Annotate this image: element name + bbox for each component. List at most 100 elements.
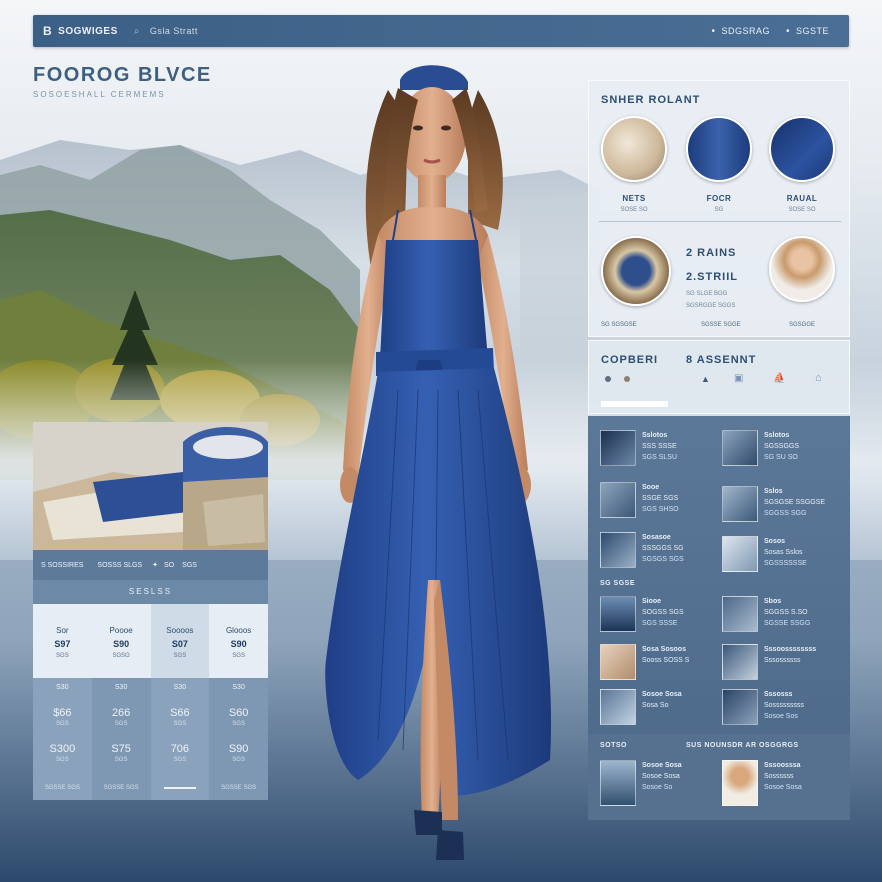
toolbar-item[interactable]: SOSSS SLGS [97,562,142,569]
list-thumb [722,644,758,680]
list-item[interactable]: Sosos Sosas Sslos SGSSSSSSE [722,536,807,572]
shirt-icon[interactable]: ▣ [734,373,743,384]
selected-underline [163,787,196,789]
brand-logo-icon[interactable]: B [43,24,52,38]
plan-note: SGS [232,653,245,659]
product-label-focr: FOCR [706,194,732,203]
plan-row-3-sub: SGS [173,757,187,763]
feature-foot-3[interactable]: SGSGGE [789,322,815,328]
list-thumb [600,644,636,680]
section-link[interactable]: Gsla Stratt [150,26,198,36]
toolbar-item[interactable]: SO [164,562,174,569]
pricing-column[interactable]: Soooos S07 SGS S30 S66 SGS 706 SGS [150,604,210,800]
list-thumb [722,689,758,725]
list-item[interactable]: Sosoe Sosa Sosoe Sosa Sosoe So [600,760,682,806]
ship-icon[interactable]: ⛵ [773,373,785,384]
list-item[interactable]: Sssoosssa Sossssss Sosoe Sosa [722,760,802,806]
list-item-price: Sosoe Sos [764,713,798,720]
progress-bar [601,401,668,407]
feature-desc-2: SGSRGGE SGGS [686,303,736,309]
plan-row-2-sub: SGS [232,721,245,727]
list-item[interactable]: Sosa Sosoos Sooss SOSS S [600,644,689,680]
pricing-column[interactable]: Poooe S90 SGSG S30 266 SGS S75 SGS SGSSE… [91,604,151,800]
list-item-desc: Sosa So [642,702,669,709]
list-item[interactable]: Sbos SGGSS S.SO SGSSE SSGG [722,596,810,632]
list-item-desc: SGGSS S.SO [764,609,808,616]
dot-icon [624,376,630,382]
product-thumb-focr[interactable] [686,116,752,182]
plan-row-2: S60 [228,707,249,719]
section-label: SOTSO [600,742,628,749]
plan-row-3-sub: SGS [232,757,245,763]
list-item-price: SGSSSSSSE [764,560,807,567]
list-item[interactable]: Sssoossssssss Sssossssss [722,644,816,680]
list-item[interactable]: Sosasoe SSSGGS SG SGSGS SGS [600,532,684,568]
list-item[interactable]: Sslotos SSS SSSE SGS SLSU [600,430,677,466]
plan-note: SGSG [112,653,130,659]
list-thumb [600,430,636,466]
plan-row-3: S300 [49,743,76,755]
list-item-desc: Sooss SOSS S [642,657,690,664]
assent-right-title: 8 ASSENNT [686,354,757,366]
list-item[interactable]: Sosoe Sosa Sosa So [600,689,682,725]
list-item-name: Sssoosssa [764,762,801,769]
list-item[interactable]: Sslotos SGSSGGS SG SU SO [722,430,799,466]
feature-thumb-portrait[interactable] [769,236,835,302]
feature-thumb-wreath[interactable] [601,236,671,306]
feature-line-2: 2.STRIIL [686,271,739,283]
pricing-column[interactable]: Sor S97 SGS S30 $66 SGS S300 SGS SGSSE S… [33,604,92,800]
page-subtitle: SOSOESHALL CERMEMS [33,90,166,99]
feature-foot-1[interactable]: SG SGSGSE [601,322,637,328]
plan-row-1: S30 [232,684,245,691]
toolbar-item[interactable]: S SOSSIRES [41,562,83,569]
plan-footer[interactable]: SGSSE SGS [33,785,92,791]
brand-name[interactable]: SOGWIGES [58,26,118,37]
list-item-name: Sosoe Sosa [642,762,682,769]
plan-name: Glooos [225,626,252,635]
product-thumb-nets[interactable] [601,116,667,182]
product-thumb-raual[interactable] [769,116,835,182]
feature-foot-2[interactable]: SGSSE SGGE [701,322,741,328]
plan-row-2-sub: SGS [173,721,187,727]
plan-footer[interactable]: SGSSE SGS [209,785,268,791]
plan-row-1: S30 [56,684,69,691]
list-item-name: Sslos [764,488,783,495]
list-item[interactable]: Sooe SSGE SGS SGS SHSO [600,482,679,518]
list-item-desc: Sosoe Sosa [642,773,680,780]
plan-row-3: S90 [228,743,249,755]
bottom-section: SOTSO SUS NOUNSDR AR OSGGRGS Sosoe Sosa S… [588,734,850,820]
list-item-desc: SSS SSSE [642,443,677,450]
list-item-name: Sssosss [764,691,793,698]
toolbar-item[interactable]: SGS [182,562,197,569]
top-navigation-bar: B SOGWIGES ⌕ Gsla Stratt • SDGSRAG • SGS… [33,15,849,47]
pricing-column[interactable]: Glooos S90 SGS S30 S60 SGS S90 SGS SGSSE… [209,604,268,800]
list-item-name: Sslotos [642,432,668,439]
nav-link-2[interactable]: SGSTE [796,26,829,36]
list-item-price: SGS SSSE [642,620,678,627]
product-label-raual: RAUAL [786,194,818,203]
pricing-title: SESLSS [33,580,268,604]
house-icon[interactable]: ⌂ [815,372,822,384]
list-item[interactable]: Sslos SGSGSE SSGGSE SGGSS SGG [722,486,825,522]
bird-icon[interactable]: ✦ [152,561,158,569]
list-item-name: Sosoe Sosa [642,691,682,698]
list-item[interactable]: Sssosss Sosssssssss Sosoe Sos [722,689,804,725]
product-sub-focr: SG [714,207,724,213]
drop-icon[interactable]: ▲ [701,374,710,384]
list-item-name: Sooe [642,484,660,491]
divider [599,221,841,222]
list-item-name: Sssoossssssss [764,646,817,653]
feature-desc-1: SG SLGE BGG [686,291,728,297]
list-thumb [600,760,636,806]
list-item[interactable]: Siooe SOGSS SGS SGS SSSE [600,596,684,632]
product-sub-raual: SOSE SO [788,207,816,213]
plan-footer[interactable]: SGSSE SGS [92,785,151,791]
nav-link-1[interactable]: SDGSRAG [721,26,770,36]
plan-row-3-sub: SGS [56,757,69,763]
assent-panel: COPBERI 8 ASSENNT ▲ ▣ ⛵ ⌂ [588,340,850,414]
plan-row-2-sub: SGS [114,721,128,727]
nav-dot-icon: • [785,25,790,37]
list-item-desc: SSSGGS SG [642,545,684,552]
plan-price: S97 [54,639,71,649]
search-icon[interactable]: ⌕ [134,26,140,37]
